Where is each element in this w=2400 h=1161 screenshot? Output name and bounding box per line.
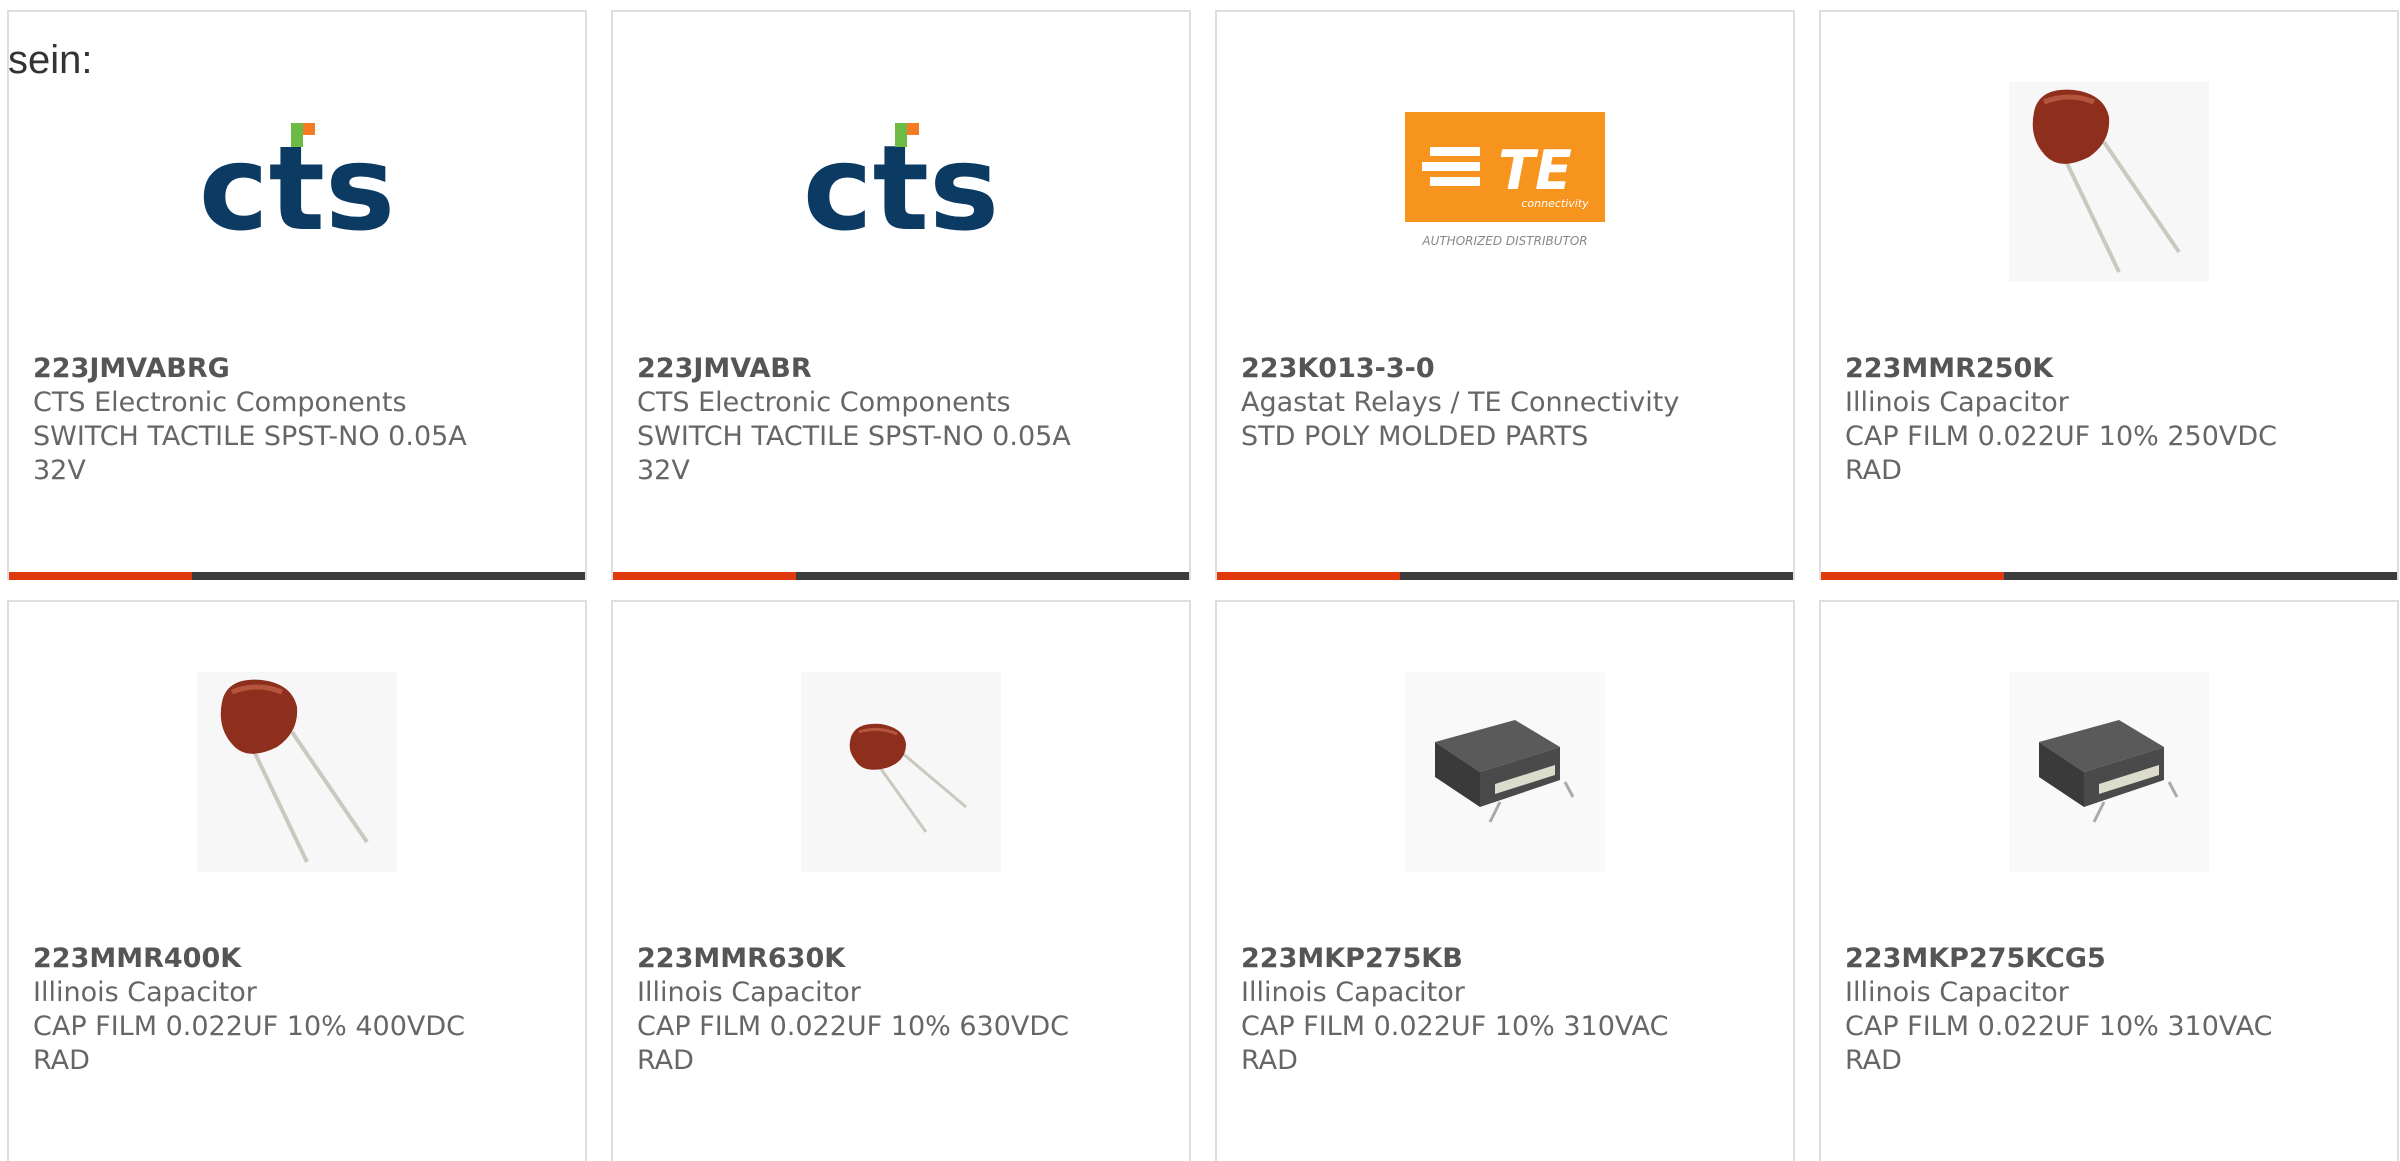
- product-text: 223MKP275KCG5 Illinois Capacitor CAP FIL…: [1845, 942, 2377, 1078]
- part-number[interactable]: 223MMR630K: [637, 942, 1169, 976]
- product-card[interactable]: 223MMR250K Illinois Capacitor CAP FILM 0…: [1819, 10, 2399, 580]
- manufacturer: Illinois Capacitor: [1845, 977, 2069, 1008]
- product-image[interactable]: cts: [613, 72, 1189, 292]
- manufacturer: CTS Electronic Components: [33, 387, 407, 418]
- part-number[interactable]: 223MMR400K: [33, 942, 565, 976]
- product-text: 223MMR250K Illinois Capacitor CAP FILM 0…: [1845, 352, 2377, 488]
- product-image[interactable]: [9, 662, 585, 882]
- description: CAP FILM 0.022UF 10% 310VAC RAD: [1241, 1011, 1669, 1076]
- film-capacitor-icon: [197, 672, 397, 872]
- cts-logo-icon: cts: [803, 119, 1000, 247]
- description: CAP FILM 0.022UF 10% 630VDC RAD: [637, 1011, 1070, 1076]
- intro-text: sein:: [8, 38, 93, 82]
- cts-logo-icon: cts: [199, 119, 396, 247]
- product-text: 223MMR630K Illinois Capacitor CAP FILM 0…: [637, 942, 1169, 1078]
- film-capacitor-icon: [801, 672, 1001, 872]
- product-text: 223MKP275KB Illinois Capacitor CAP FILM …: [1241, 942, 1773, 1078]
- svg-text:TE: TE: [1498, 139, 1572, 202]
- description: SWITCH TACTILE SPST-NO 0.05A 32V: [33, 421, 467, 486]
- manufacturer: Illinois Capacitor: [1845, 387, 2069, 418]
- product-text: 223JMVABR CTS Electronic Components SWIT…: [637, 352, 1169, 488]
- product-card[interactable]: 223MKP275KB Illinois Capacitor CAP FILM …: [1215, 600, 1795, 1161]
- product-image[interactable]: [1217, 662, 1793, 882]
- product-image[interactable]: TE connectivity AUTHORIZED DISTRIBUTOR: [1217, 72, 1793, 292]
- part-number[interactable]: 223MMR250K: [1845, 352, 2377, 386]
- svg-text:connectivity: connectivity: [1521, 197, 1589, 210]
- product-grid-page: sein: cts 223JMVABRG CTS Electronic Comp…: [0, 0, 2400, 1161]
- part-number[interactable]: 223K013-3-0: [1241, 352, 1773, 386]
- card-accent-bar: [1217, 572, 1793, 580]
- product-text: 223K013-3-0 Agastat Relays / TE Connecti…: [1241, 352, 1773, 454]
- product-text: 223MMR400K Illinois Capacitor CAP FILM 0…: [33, 942, 565, 1078]
- box-capacitor-icon: [2009, 672, 2209, 872]
- product-card[interactable]: cts 223JMVABR CTS Electronic Components …: [611, 10, 1191, 580]
- description: CAP FILM 0.022UF 10% 250VDC RAD: [1845, 421, 2278, 486]
- description: SWITCH TACTILE SPST-NO 0.05A 32V: [637, 421, 1071, 486]
- box-capacitor-icon: [1405, 672, 1605, 872]
- card-accent-bar: [9, 572, 585, 580]
- product-image[interactable]: [1821, 72, 2397, 292]
- product-image[interactable]: [1821, 662, 2397, 882]
- manufacturer: CTS Electronic Components: [637, 387, 1011, 418]
- description: CAP FILM 0.022UF 10% 400VDC RAD: [33, 1011, 466, 1076]
- manufacturer: Illinois Capacitor: [637, 977, 861, 1008]
- product-image[interactable]: cts: [9, 72, 585, 292]
- product-card[interactable]: cts 223JMVABRG CTS Electronic Components…: [7, 10, 587, 580]
- product-card[interactable]: TE connectivity AUTHORIZED DISTRIBUTOR 2…: [1215, 10, 1795, 580]
- product-text: 223JMVABRG CTS Electronic Components SWI…: [33, 352, 565, 488]
- card-accent-bar: [613, 572, 1189, 580]
- product-card[interactable]: 223MMR400K Illinois Capacitor CAP FILM 0…: [7, 600, 587, 1161]
- description: STD POLY MOLDED PARTS: [1241, 421, 1589, 452]
- card-accent-bar: [1821, 572, 2397, 580]
- manufacturer: Illinois Capacitor: [33, 977, 257, 1008]
- part-number[interactable]: 223JMVABR: [637, 352, 1169, 386]
- te-connectivity-logo-icon: TE connectivity AUTHORIZED DISTRIBUTOR: [1405, 112, 1605, 248]
- product-card[interactable]: 223MMR630K Illinois Capacitor CAP FILM 0…: [611, 600, 1191, 1161]
- part-number[interactable]: 223MKP275KB: [1241, 942, 1773, 976]
- product-card[interactable]: 223MKP275KCG5 Illinois Capacitor CAP FIL…: [1819, 600, 2399, 1161]
- product-image[interactable]: [613, 662, 1189, 882]
- manufacturer: Illinois Capacitor: [1241, 977, 1465, 1008]
- part-number[interactable]: 223JMVABRG: [33, 352, 565, 386]
- manufacturer: Agastat Relays / TE Connectivity: [1241, 387, 1680, 418]
- part-number[interactable]: 223MKP275KCG5: [1845, 942, 2377, 976]
- film-capacitor-icon: [2009, 82, 2209, 282]
- svg-text:AUTHORIZED DISTRIBUTOR: AUTHORIZED DISTRIBUTOR: [1421, 234, 1587, 248]
- description: CAP FILM 0.022UF 10% 310VAC RAD: [1845, 1011, 2273, 1076]
